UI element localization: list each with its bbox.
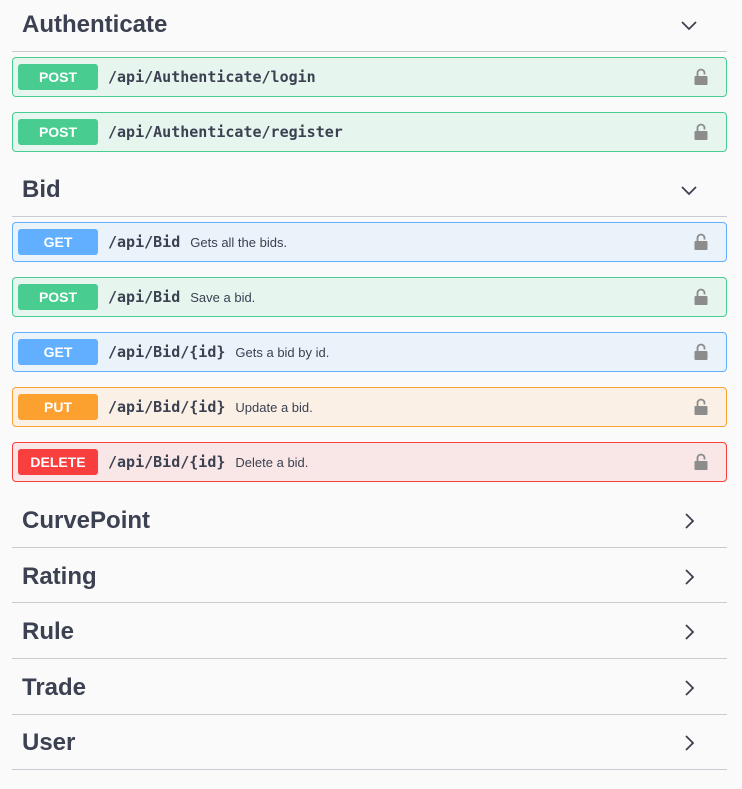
section-title: CurvePoint (22, 507, 151, 534)
section-header-bid[interactable]: Bid (12, 169, 727, 211)
operation-path: /api/Bid (108, 233, 181, 251)
method-badge: GET (18, 229, 98, 255)
method-badge: DELETE (18, 449, 98, 475)
operation-delete-bid[interactable]: DELETE /api/Bid/{id} Delete a bid. (12, 442, 727, 482)
method-badge: POST (18, 284, 98, 310)
chevron-right-icon (679, 678, 699, 698)
operation-summary: Delete a bid. (235, 454, 309, 470)
section-header-authenticate[interactable]: Authenticate (12, 4, 727, 46)
operation-post-bid[interactable]: POST /api/Bid Save a bid. (12, 277, 727, 317)
operation-put-bid[interactable]: PUT /api/Bid/{id} Update a bid. (12, 387, 727, 427)
section-header-rating[interactable]: Rating (12, 556, 727, 598)
operation-path: /api/Bid/{id} (108, 453, 226, 471)
section-header-user[interactable]: User (12, 722, 727, 764)
chevron-right-icon (679, 733, 699, 753)
lock-icon[interactable] (694, 343, 708, 361)
section-divider (12, 602, 727, 603)
lock-icon[interactable] (694, 233, 708, 251)
operation-path: /api/Authenticate/register (108, 123, 343, 141)
operation-path: /api/Bid/{id} (108, 343, 226, 361)
section-header-rule[interactable]: Rule (12, 611, 727, 653)
section-divider (12, 51, 727, 52)
operation-summary: Update a bid. (235, 399, 313, 415)
operation-summary: Gets a bid by id. (235, 344, 330, 360)
lock-icon[interactable] (694, 453, 708, 471)
operation-path: /api/Bid/{id} (108, 398, 226, 416)
chevron-down-icon (679, 15, 699, 35)
operation-path: /api/Authenticate/login (108, 68, 316, 86)
section-title: Rating (22, 563, 97, 590)
operation-summary: Save a bid. (190, 289, 256, 305)
operation-summary: Gets all the bids. (190, 234, 288, 250)
chevron-down-icon (679, 180, 699, 200)
section-title: Trade (22, 674, 87, 701)
section-title: Authenticate (22, 11, 168, 38)
section-divider (12, 216, 727, 217)
method-badge: PUT (18, 394, 98, 420)
operation-path: /api/Bid (108, 288, 181, 306)
section-header-trade[interactable]: Trade (12, 667, 727, 709)
section-title: Bid (22, 176, 61, 203)
section-divider (12, 714, 727, 715)
lock-icon[interactable] (694, 288, 708, 306)
method-badge: POST (18, 119, 98, 145)
section-header-curvepoint[interactable]: CurvePoint (12, 500, 727, 542)
method-badge: GET (18, 339, 98, 365)
chevron-right-icon (679, 622, 699, 642)
section-divider (12, 547, 727, 548)
operation-post-authenticate-login[interactable]: POST /api/Authenticate/login (12, 57, 727, 97)
chevron-right-icon (679, 567, 699, 587)
operation-get-bid-by-id[interactable]: GET /api/Bid/{id} Gets a bid by id. (12, 332, 727, 372)
lock-icon[interactable] (694, 68, 708, 86)
lock-icon[interactable] (694, 398, 708, 416)
section-title: User (22, 729, 76, 756)
operation-get-bid[interactable]: GET /api/Bid Gets all the bids. (12, 222, 727, 262)
method-badge: POST (18, 64, 98, 90)
section-divider (12, 658, 727, 659)
chevron-right-icon (679, 511, 699, 531)
lock-icon[interactable] (694, 123, 708, 141)
section-divider (12, 769, 727, 770)
operation-post-authenticate-register[interactable]: POST /api/Authenticate/register (12, 112, 727, 152)
section-title: Rule (22, 618, 75, 645)
